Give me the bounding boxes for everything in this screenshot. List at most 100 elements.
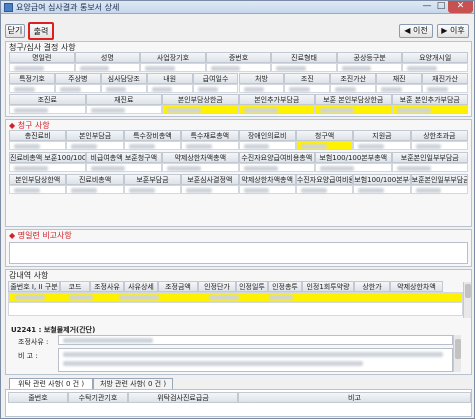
column-header: 보훈 본인부담상한금 [315,94,392,105]
value-cell [410,141,468,150]
column-header: 본인부담금 [66,130,124,141]
blurred-text [128,188,155,193]
column-header: 약제상한차액총액 [238,174,296,185]
bottom-tab-panel: 줄번호 수탁기관기호 위탁검사진료급금 비고 [5,389,472,417]
value-cell [315,163,392,172]
column-header: 지원금 [353,130,411,141]
maximize-button[interactable]: □ [434,1,448,13]
value-cell [422,84,468,93]
reason-field[interactable] [58,335,453,345]
column-header: 상한가 [354,281,390,292]
value-cell [9,185,67,194]
value-cell [315,105,392,114]
blurred-text [396,108,431,113]
value-cell [238,105,315,114]
memo-section-title-text: 명일련 비고사항 [17,231,72,240]
blurred-text [415,188,442,193]
column-header: 내원 [146,73,193,84]
blurred-text [300,144,327,149]
column-header: 보훈본인일부부담금 [410,174,468,185]
column-header: 청구액 [295,130,354,141]
blurred-text [14,188,40,193]
blurred-text [243,144,270,149]
column-header: 보훈심사결정액 [181,174,239,185]
blurred-text [59,87,81,92]
memo-textarea[interactable] [9,242,468,264]
column-header: 조정금액 [158,281,198,292]
column-header: 위탁검사진료급금 [128,392,238,403]
column-header: 장애인의료비 [238,130,296,141]
value-cell [181,185,239,194]
note-field[interactable] [58,348,453,372]
blurred-text [14,66,44,71]
note-scroll-thumb[interactable] [455,339,461,359]
value-cell [353,185,411,194]
value-cell [54,84,101,93]
note-scrollbar[interactable] [453,335,461,372]
blurred-text [14,144,40,149]
column-header: 특수장비총액 [123,130,182,141]
blurred-text [71,188,98,193]
adjust-scroll-thumb[interactable] [465,284,471,298]
column-header: 조진가산 [330,73,377,84]
blurred-text [289,87,311,92]
blurred-text [335,87,356,92]
next-button[interactable]: ▶ 이후 [437,24,469,38]
blurred-text [105,87,127,92]
column-header: 인정일투 [236,281,268,292]
value-cell [205,63,272,72]
value-cell [162,163,239,172]
value-cell [85,105,162,114]
adjust-table-row[interactable] [8,292,463,302]
blurred-text [71,144,98,149]
column-header: 인정1회투약량 [302,281,354,292]
column-header: 주상병 [54,73,101,84]
adjust-table-empty-area [8,302,463,316]
adjust-scrollbar[interactable] [463,282,471,318]
adjust-section-title: 감내역 사항 [9,271,49,280]
adjust-section: 감내역 사항 줄번호 I, II 구분 코드 조정사유 사유상세 조정금액 인정단가 인정일… [5,269,472,375]
blurred-text [197,87,219,92]
blurred-text [186,144,212,149]
column-header: 줄번호 I, II 구분 [8,281,60,292]
value-cell [181,141,239,150]
column-header: 조정사유 [90,281,124,292]
blurred-text [90,108,125,113]
blurred-text [69,295,93,300]
value-cell [9,141,67,150]
request-section: ◆ 청구 사항 총진료비 본인부담금 특수장비총액 특수재료총액 장애인의료비 청구액 지원… [5,119,472,227]
print-button[interactable]: 출력 [28,22,54,40]
column-header: 약제상한차액 [390,281,443,292]
value-cell [353,141,411,150]
blurred-text [167,166,202,171]
column-header: 본인추가부담금 [238,94,315,105]
column-header: 처방 [238,73,285,84]
value-cell [9,63,75,72]
blurred-text [243,166,278,171]
blurred-text [63,338,153,343]
dialog-window: 요양급여 심사결과 통보서 상세 — □ ✕ 닫기 출력 ◀ 이전 ▶ 이후 청… [0,0,475,419]
value-cell [85,163,162,172]
minimize-button[interactable]: — [420,1,434,13]
value-cell [238,185,296,194]
column-header: 증번호 [205,52,272,63]
blurred-text [15,295,45,300]
blurred-text [167,108,202,113]
column-header: 비고 [238,392,471,403]
column-header: 사유상세 [124,281,158,292]
blurred-text [63,352,443,357]
close-button[interactable]: 닫기 [5,24,25,38]
value-cell [100,84,147,93]
prev-button[interactable]: ◀ 이전 [399,24,433,38]
column-header: 진료비총액 보훈100/100총액 [9,152,86,163]
request-section-title-text: 청구 사항 [17,121,50,130]
blurred-text [209,295,239,300]
close-window-button[interactable]: ✕ [448,1,473,13]
value-cell [66,185,124,194]
blurred-text [128,144,155,149]
blurred-text [151,87,173,92]
column-header: 보훈부담금 [123,174,182,185]
column-header: 인정단가 [198,281,236,292]
value-cell [9,105,86,114]
value-cell [330,84,377,93]
